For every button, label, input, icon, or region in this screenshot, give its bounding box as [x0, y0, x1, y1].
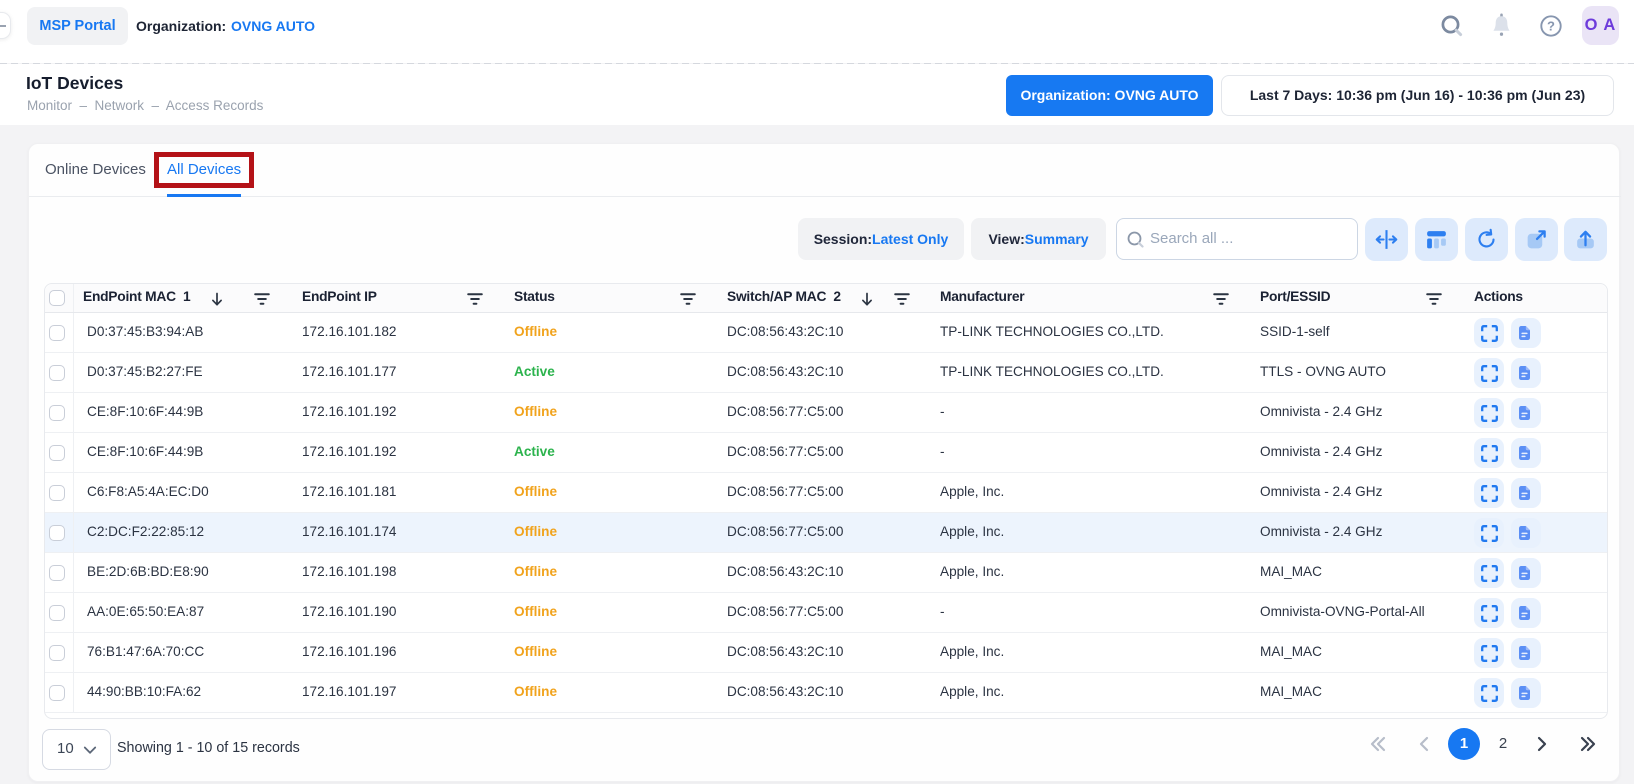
svg-text:?: ?: [1547, 19, 1555, 34]
